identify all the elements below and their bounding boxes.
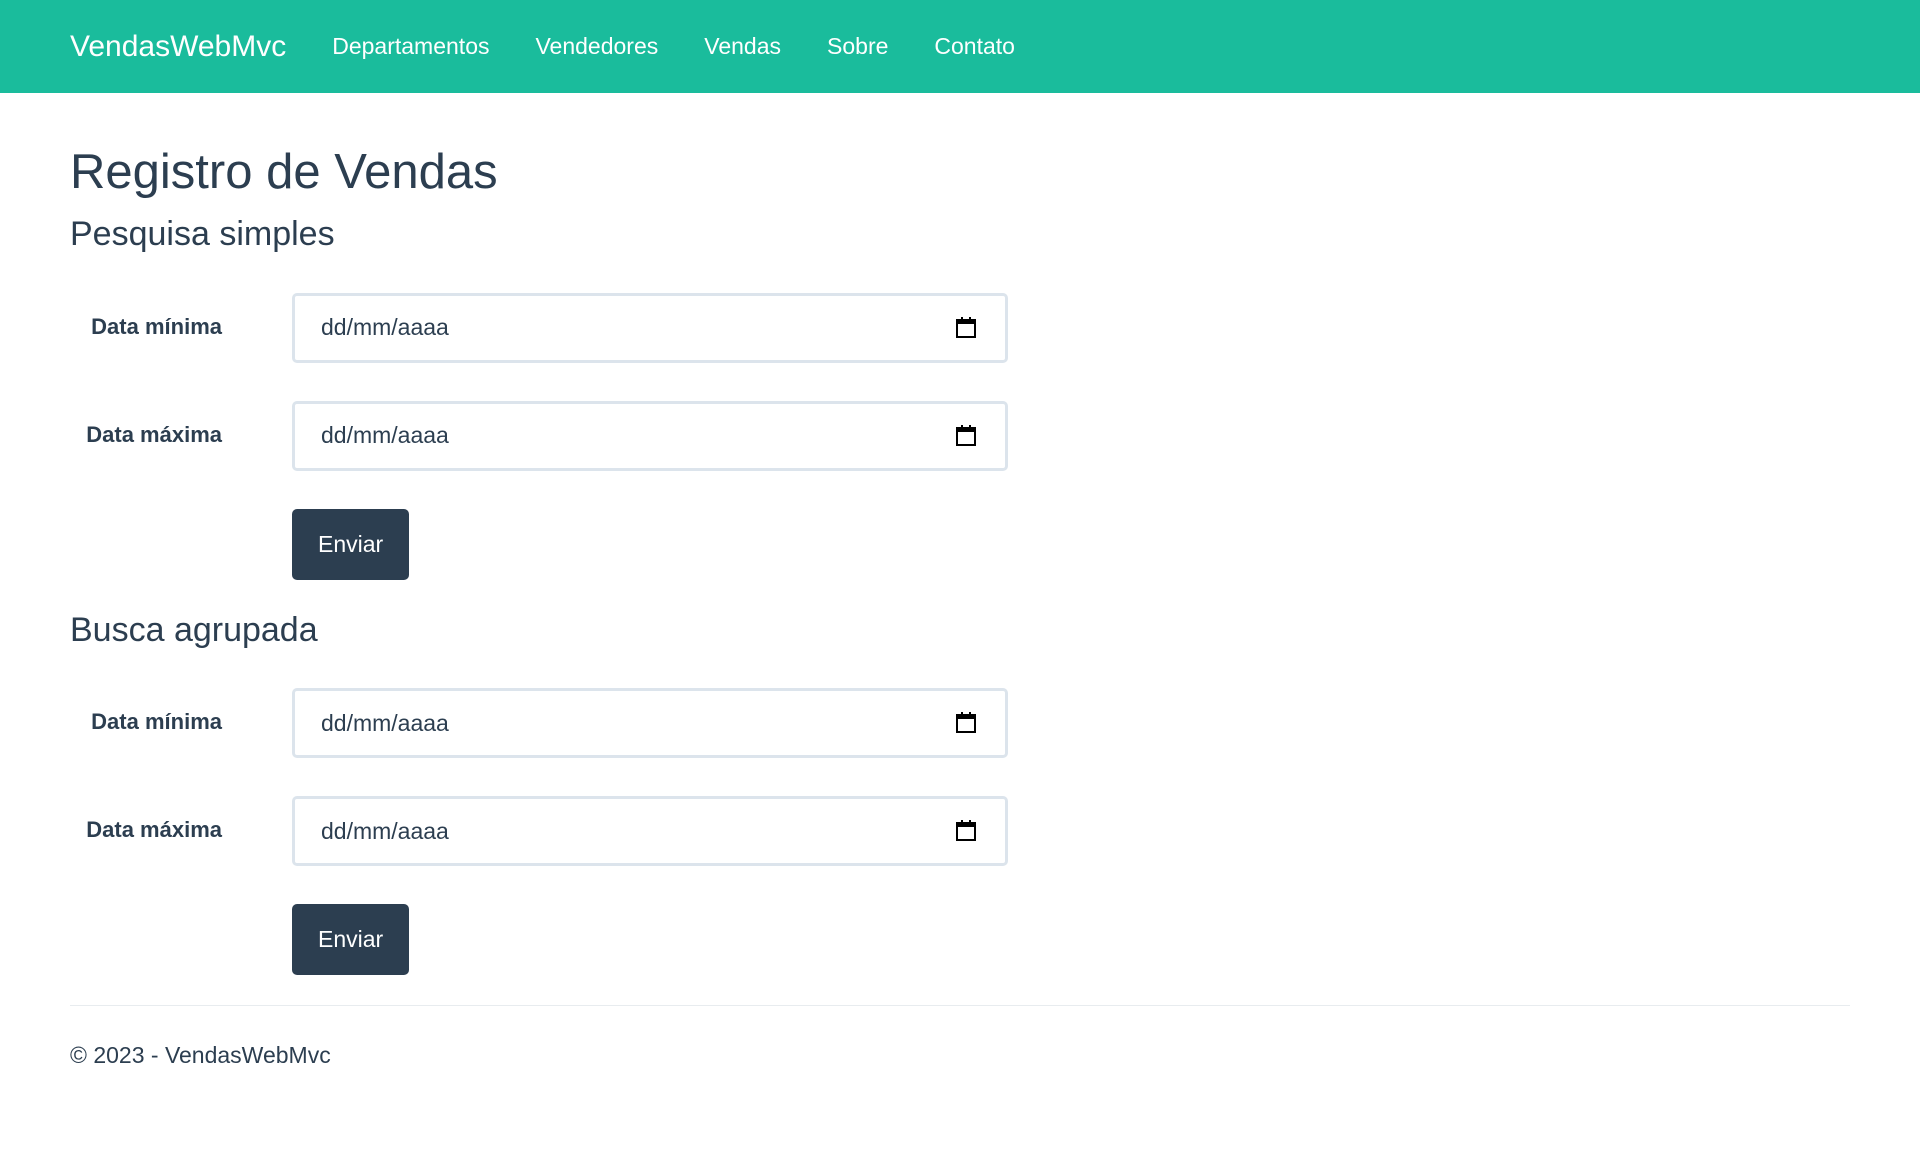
calendar-icon[interactable] bbox=[955, 711, 977, 735]
footer: © 2023 - VendasWebMvc bbox=[70, 1006, 1850, 1069]
simple-max-date-placeholder: dd/mm/aaaa bbox=[321, 422, 449, 449]
grouped-min-date-row: Data mínima dd/mm/aaaa bbox=[70, 688, 1850, 759]
page-title: Registro de Vendas bbox=[70, 145, 498, 199]
grouped-min-date-input[interactable]: dd/mm/aaaa bbox=[292, 688, 1008, 759]
calendar-icon[interactable] bbox=[955, 424, 977, 448]
nav-link-vendas[interactable]: Vendas bbox=[704, 33, 781, 60]
brand-link[interactable]: VendasWebMvc bbox=[70, 30, 286, 64]
navbar: VendasWebMvc Departamentos Vendedores Ve… bbox=[0, 0, 1920, 93]
simple-submit-wrap: Enviar bbox=[292, 508, 410, 580]
grouped-search-form: Data mínima dd/mm/aaaa Data máxima dd/mm… bbox=[70, 688, 1850, 976]
grouped-search-title: Busca agrupada bbox=[70, 610, 318, 649]
grouped-submit-button[interactable]: Enviar bbox=[292, 904, 410, 976]
nav-link-departamentos[interactable]: Departamentos bbox=[332, 33, 489, 60]
nav-link-contato[interactable]: Contato bbox=[934, 33, 1015, 60]
main-content: Registro de Vendas Pesquisa simples Data… bbox=[0, 93, 1920, 1069]
simple-min-date-wrap: dd/mm/aaaa bbox=[292, 292, 1008, 363]
simple-min-date-input[interactable]: dd/mm/aaaa bbox=[292, 292, 1008, 363]
calendar-icon[interactable] bbox=[955, 819, 977, 843]
grouped-min-date-label: Data mínima bbox=[91, 709, 222, 735]
grouped-max-date-wrap: dd/mm/aaaa bbox=[292, 796, 1008, 867]
grouped-min-date-wrap: dd/mm/aaaa bbox=[292, 688, 1008, 759]
grouped-max-date-placeholder: dd/mm/aaaa bbox=[321, 817, 449, 844]
nav-menu: Departamentos Vendedores Vendas Sobre Co… bbox=[332, 33, 1061, 60]
nav-link-sobre[interactable]: Sobre bbox=[827, 33, 888, 60]
simple-submit-row: Enviar bbox=[70, 508, 1850, 580]
grouped-submit-row: Enviar bbox=[70, 904, 1850, 976]
simple-max-date-input[interactable]: dd/mm/aaaa bbox=[292, 400, 1008, 471]
grouped-min-date-placeholder: dd/mm/aaaa bbox=[321, 709, 449, 736]
simple-search-form: Data mínima dd/mm/aaaa Data máxima dd/mm… bbox=[70, 292, 1850, 580]
grouped-submit-wrap: Enviar bbox=[292, 904, 410, 976]
grouped-max-date-input[interactable]: dd/mm/aaaa bbox=[292, 796, 1008, 867]
simple-max-date-row: Data máxima dd/mm/aaaa bbox=[70, 400, 1850, 471]
grouped-max-date-row: Data máxima dd/mm/aaaa bbox=[70, 796, 1850, 867]
nav-link-vendedores[interactable]: Vendedores bbox=[535, 33, 658, 60]
simple-max-date-wrap: dd/mm/aaaa bbox=[292, 400, 1008, 471]
simple-submit-button[interactable]: Enviar bbox=[292, 508, 410, 580]
grouped-max-date-label: Data máxima bbox=[86, 817, 222, 843]
simple-min-date-row: Data mínima dd/mm/aaaa bbox=[70, 292, 1850, 363]
calendar-icon[interactable] bbox=[955, 316, 977, 340]
simple-max-date-label: Data máxima bbox=[86, 421, 222, 447]
simple-min-date-placeholder: dd/mm/aaaa bbox=[321, 314, 449, 341]
simple-min-date-label: Data mínima bbox=[91, 313, 222, 339]
simple-search-title: Pesquisa simples bbox=[70, 214, 335, 253]
footer-copyright: © 2023 - VendasWebMvc bbox=[70, 1042, 331, 1069]
